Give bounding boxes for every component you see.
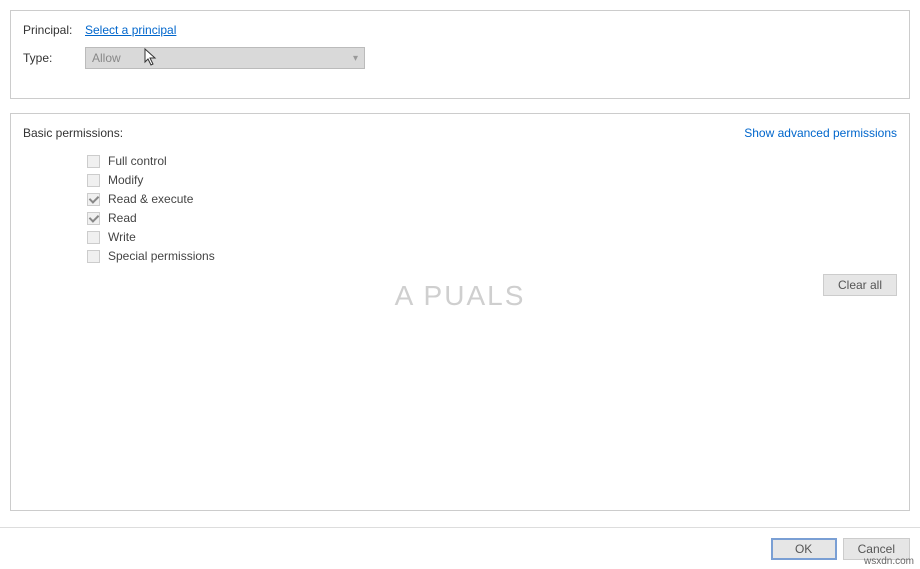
- clear-all-wrap: Clear all: [823, 274, 897, 296]
- perm-write: Write: [87, 230, 897, 244]
- perm-full-control: Full control: [87, 154, 897, 168]
- perm-label: Read & execute: [108, 192, 193, 206]
- type-label: Type:: [23, 51, 85, 65]
- principal-row: Principal: Select a principal: [23, 23, 897, 37]
- show-advanced-permissions-link[interactable]: Show advanced permissions: [744, 126, 897, 140]
- permissions-list: Full control Modify Read & execute Read …: [87, 154, 897, 263]
- basic-permissions-heading: Basic permissions:: [23, 126, 123, 140]
- type-dropdown-value: Allow: [92, 51, 121, 65]
- perm-label: Modify: [108, 173, 143, 187]
- perm-read: Read: [87, 211, 897, 225]
- permissions-panel: Basic permissions: Show advanced permiss…: [10, 113, 910, 511]
- permissions-header: Basic permissions: Show advanced permiss…: [23, 126, 897, 140]
- checkbox-modify[interactable]: [87, 174, 100, 187]
- perm-label: Full control: [108, 154, 167, 168]
- perm-special: Special permissions: [87, 249, 897, 263]
- principal-label: Principal:: [23, 23, 85, 37]
- type-dropdown[interactable]: Allow ▾: [85, 47, 365, 69]
- perm-modify: Modify: [87, 173, 897, 187]
- perm-label: Write: [108, 230, 136, 244]
- checkbox-special-permissions[interactable]: [87, 250, 100, 263]
- perm-label: Special permissions: [108, 249, 215, 263]
- ok-button[interactable]: OK: [771, 538, 837, 560]
- type-row: Type: Allow ▾: [23, 47, 897, 69]
- perm-read-execute: Read & execute: [87, 192, 897, 206]
- checkbox-read[interactable]: [87, 212, 100, 225]
- chevron-down-icon: ▾: [353, 53, 358, 64]
- clear-all-button[interactable]: Clear all: [823, 274, 897, 296]
- principal-panel: Principal: Select a principal Type: Allo…: [10, 10, 910, 99]
- dialog-button-bar: OK Cancel: [0, 527, 920, 569]
- perm-label: Read: [108, 211, 137, 225]
- checkbox-write[interactable]: [87, 231, 100, 244]
- checkbox-read-execute[interactable]: [87, 193, 100, 206]
- watermark-source: wsxdn.com: [864, 556, 914, 567]
- checkbox-full-control[interactable]: [87, 155, 100, 168]
- select-principal-link[interactable]: Select a principal: [85, 23, 176, 37]
